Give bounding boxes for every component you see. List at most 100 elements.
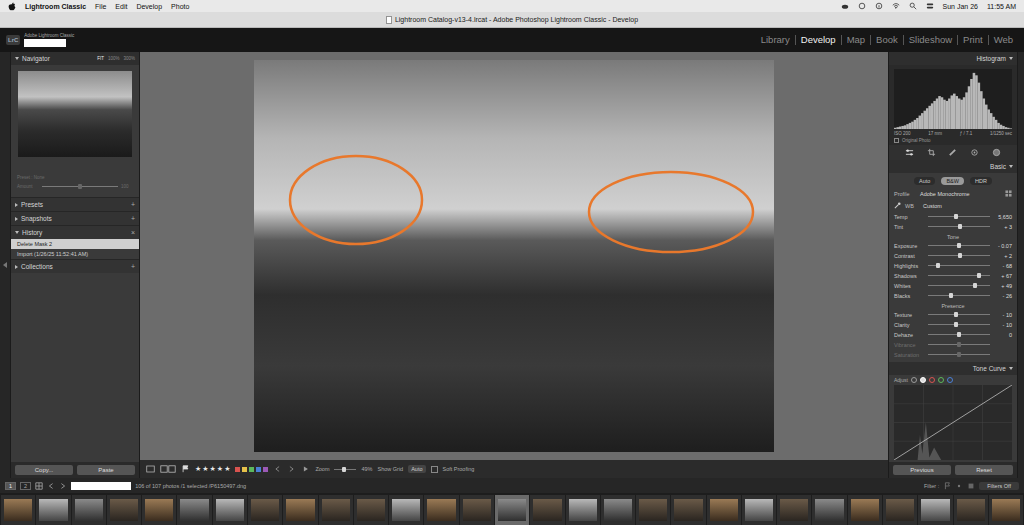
panel-header[interactable]: Snapshots + <box>11 211 139 225</box>
treatment-button[interactable]: HDR <box>970 177 992 185</box>
panel-action[interactable]: × <box>131 229 135 236</box>
filmstrip-thumbnail[interactable] <box>107 495 141 525</box>
control-center-icon[interactable] <box>926 2 934 10</box>
history-item[interactable]: Delete Mask 2 <box>11 239 139 249</box>
filmstrip-thumbnail[interactable] <box>918 495 952 525</box>
menu-item[interactable]: Photo <box>171 3 189 10</box>
panel-header[interactable]: Collections + <box>11 259 139 273</box>
filmstrip-thumbnail[interactable] <box>601 495 635 525</box>
filmstrip-thumbnail[interactable] <box>671 495 705 525</box>
collapse-left-icon[interactable] <box>3 262 7 268</box>
module-tab[interactable]: Library <box>756 35 795 45</box>
color-label[interactable] <box>242 467 247 472</box>
star-filter-icon[interactable] <box>955 482 963 490</box>
zoom-option[interactable]: 300% <box>123 56 135 61</box>
panel-header[interactable]: History × <box>11 225 139 239</box>
navigator-thumbnail[interactable] <box>18 71 132 157</box>
color-label[interactable] <box>249 467 254 472</box>
slider-track[interactable] <box>928 354 990 355</box>
slider-value[interactable]: 0 <box>994 332 1012 338</box>
profile-browser-icon[interactable] <box>1005 190 1012 197</box>
show-grid-dropdown[interactable]: Auto <box>408 465 425 473</box>
loupe-view-icon[interactable] <box>146 465 155 473</box>
curve-channel[interactable] <box>929 377 935 383</box>
masking-icon[interactable] <box>992 148 1001 157</box>
slider-knob[interactable] <box>954 214 958 219</box>
filmstrip-thumbnail[interactable] <box>495 495 529 525</box>
filmstrip-thumbnail[interactable] <box>354 495 388 525</box>
filmstrip-thumbnail[interactable] <box>142 495 176 525</box>
wb-dropdown[interactable]: Custom <box>923 203 1012 209</box>
filmstrip-thumbnail[interactable] <box>848 495 882 525</box>
color-label[interactable] <box>235 467 240 472</box>
panel-button[interactable]: Reset <box>955 465 1013 475</box>
slider-knob[interactable] <box>936 263 940 268</box>
filmstrip-thumbnail[interactable] <box>177 495 211 525</box>
treatment-button[interactable]: Auto <box>914 177 935 185</box>
window-page-button[interactable]: 1 <box>5 482 16 490</box>
back-icon[interactable] <box>47 482 55 490</box>
rating-star[interactable]: ★ <box>217 465 223 473</box>
crop-icon[interactable] <box>927 148 936 157</box>
color-label[interactable] <box>263 467 268 472</box>
slider-value[interactable]: - 10 <box>994 312 1012 318</box>
filter-dropdown[interactable]: Filters Off <box>979 482 1019 490</box>
label-filter-icon[interactable] <box>967 482 975 490</box>
filmstrip-thumbnail[interactable] <box>812 495 846 525</box>
edit-sliders-icon[interactable] <box>905 148 914 157</box>
filmstrip-thumbnail[interactable] <box>989 495 1023 525</box>
filmstrip-thumbnail[interactable] <box>319 495 353 525</box>
slider-value[interactable]: - 68 <box>994 263 1012 269</box>
photo[interactable] <box>254 60 774 452</box>
curve-channel[interactable] <box>911 377 917 383</box>
filmstrip-thumbnail[interactable] <box>707 495 741 525</box>
color-label[interactable] <box>256 467 261 472</box>
slider-track[interactable] <box>928 245 990 246</box>
rating-star[interactable]: ★ <box>202 465 208 473</box>
slider-knob[interactable] <box>957 342 961 347</box>
slider-knob[interactable] <box>342 467 346 472</box>
filmstrip-thumbnail[interactable] <box>424 495 458 525</box>
menu-item[interactable]: Develop <box>136 3 162 10</box>
rating-star[interactable]: ★ <box>210 465 216 473</box>
filmstrip-thumbnail[interactable] <box>389 495 423 525</box>
slider-knob[interactable] <box>957 332 961 337</box>
filmstrip-thumbnail[interactable] <box>954 495 988 525</box>
wifi-icon[interactable] <box>892 2 900 10</box>
slider-value[interactable]: + 2 <box>994 253 1012 259</box>
module-tab[interactable]: Book <box>870 35 903 45</box>
panel-button[interactable]: Copy... <box>15 465 73 475</box>
clock-icon[interactable] <box>858 2 866 10</box>
filmstrip-thumbnail[interactable] <box>566 495 600 525</box>
filmstrip-thumbnail[interactable] <box>283 495 317 525</box>
grid-view-icon[interactable] <box>35 482 43 490</box>
slider-track[interactable] <box>928 226 990 227</box>
panel-action[interactable]: + <box>131 215 135 222</box>
zoom-option[interactable]: FIT <box>97 56 104 61</box>
eyedropper-icon[interactable] <box>894 202 901 209</box>
info-icon[interactable] <box>875 2 883 10</box>
slider-knob[interactable] <box>958 224 962 229</box>
module-tab[interactable]: Develop <box>795 35 841 45</box>
slider-knob[interactable] <box>977 273 981 278</box>
panel-header[interactable]: Navigator FIT100%300% <box>11 52 139 65</box>
flag-filter-icon[interactable] <box>943 482 951 490</box>
slider-track[interactable] <box>928 334 990 335</box>
rating-star[interactable]: ★ <box>224 465 230 473</box>
slider-value[interactable]: + 49 <box>994 283 1012 289</box>
curve-channel[interactable] <box>947 377 953 383</box>
panel-header[interactable]: Basic <box>889 160 1017 173</box>
menu-item[interactable]: Edit <box>115 3 127 10</box>
filmstrip-status[interactable]: 106 of 107 photos /1 selected /P6150497.… <box>135 483 246 489</box>
previous-icon[interactable] <box>273 465 282 473</box>
filmstrip-thumbnail[interactable] <box>460 495 494 525</box>
slider-knob[interactable] <box>958 253 962 258</box>
slider-track[interactable] <box>928 265 990 266</box>
next-icon[interactable] <box>287 465 296 473</box>
slider-knob[interactable] <box>954 322 958 327</box>
cloud-icon[interactable] <box>841 2 849 10</box>
panel-header[interactable]: Presets + <box>11 197 139 211</box>
panel-button[interactable]: Previous <box>893 465 951 475</box>
module-tab[interactable]: Map <box>841 35 870 45</box>
original-photo-checkbox[interactable] <box>894 138 899 143</box>
